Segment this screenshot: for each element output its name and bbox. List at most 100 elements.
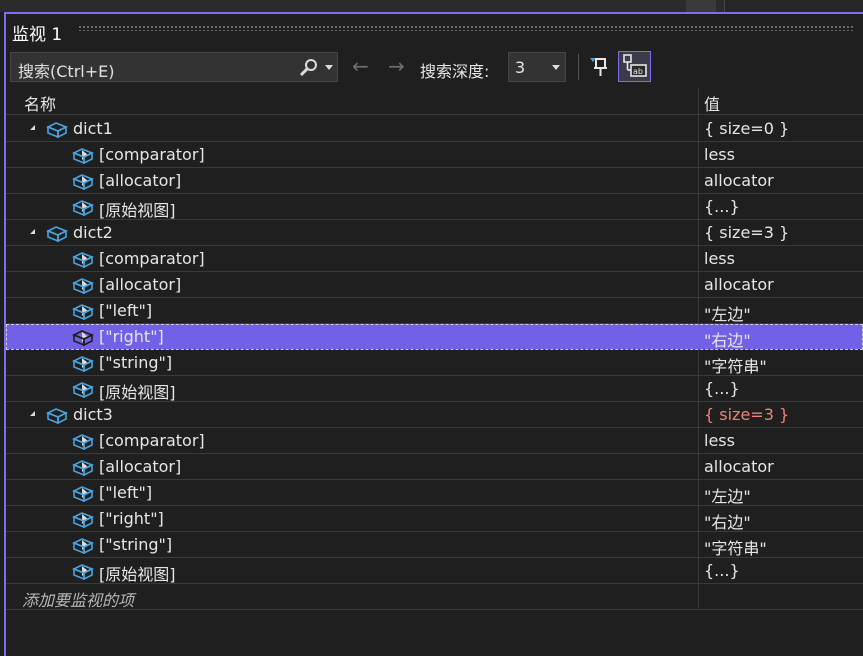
object-icon <box>46 224 68 243</box>
watch-row[interactable]: ["left"] "左边" <box>6 298 863 324</box>
row-value[interactable]: less <box>704 431 735 450</box>
pin-icon[interactable] <box>588 56 610 82</box>
row-name[interactable]: ["right"] <box>99 327 164 346</box>
object-icon <box>72 432 94 451</box>
toolbar-separator <box>578 54 579 80</box>
column-name-header[interactable]: 名称 <box>24 91 56 115</box>
row-name[interactable]: [comparator] <box>99 249 205 268</box>
scroll-thumb <box>686 0 716 12</box>
row-value[interactable]: allocator <box>704 171 774 190</box>
row-name[interactable]: dict2 <box>73 223 113 242</box>
collapse-arrow-icon[interactable] <box>30 411 35 416</box>
row-value[interactable]: "字符串" <box>704 353 767 377</box>
watch-row[interactable]: [comparator] less <box>6 428 863 454</box>
row-value[interactable]: "右边" <box>704 509 751 533</box>
watch-row[interactable]: dict3 { size=3 } <box>6 402 863 428</box>
watch-row[interactable]: ["right"] "右边" <box>6 506 863 532</box>
row-name[interactable]: dict1 <box>73 119 113 138</box>
watch-rows: dict1 { size=0 } [comparator] less [allocato… <box>6 116 863 610</box>
search-input[interactable]: 搜索(Ctrl+E) <box>18 58 114 82</box>
row-name[interactable]: ["string"] <box>99 353 172 372</box>
row-value[interactable]: { size=0 } <box>704 119 789 138</box>
watch-row[interactable]: [原始视图] {...} <box>6 194 863 220</box>
watch-row[interactable]: dict1 { size=0 } <box>6 116 863 142</box>
watch-row[interactable]: ["string"] "字符串" <box>6 350 863 376</box>
drag-grip[interactable] <box>78 25 855 31</box>
row-value[interactable]: "字符串" <box>704 535 767 559</box>
watch-row[interactable]: [allocator] allocator <box>6 454 863 480</box>
row-name[interactable]: [comparator] <box>99 145 205 164</box>
watch-row[interactable]: [原始视图] {...} <box>6 558 863 584</box>
row-value[interactable]: less <box>704 249 735 268</box>
row-name[interactable]: [allocator] <box>99 275 181 294</box>
column-value-header[interactable]: 值 <box>704 91 720 115</box>
object-icon <box>72 458 94 477</box>
search-icon[interactable] <box>299 58 319 82</box>
watch-row[interactable]: [allocator] allocator <box>6 272 863 298</box>
row-name[interactable]: ["left"] <box>99 483 152 502</box>
add-watch-row[interactable]: 添加要监视的项 <box>6 584 863 610</box>
depth-select[interactable]: 3 <box>508 52 566 82</box>
watch-row[interactable]: [allocator] allocator <box>6 168 863 194</box>
chevron-down-icon[interactable] <box>552 65 560 70</box>
watch-row[interactable]: ["string"] "字符串" <box>6 532 863 558</box>
row-value[interactable]: allocator <box>704 457 774 476</box>
row-value[interactable]: {...} <box>704 197 740 216</box>
row-value[interactable]: "左边" <box>704 483 751 507</box>
row-name[interactable]: [原始视图] <box>99 379 176 403</box>
row-value[interactable]: "右边" <box>704 327 751 351</box>
row-value[interactable]: less <box>704 145 735 164</box>
object-icon <box>72 354 94 373</box>
row-value[interactable]: {...} <box>704 379 740 398</box>
adjacent-panel <box>724 0 863 12</box>
object-icon <box>46 406 68 425</box>
row-value[interactable]: allocator <box>704 275 774 294</box>
object-icon <box>72 510 94 529</box>
row-value[interactable]: {...} <box>704 561 740 580</box>
depth-value: 3 <box>515 58 526 77</box>
object-icon <box>72 380 94 399</box>
row-name[interactable]: [原始视图] <box>99 561 176 585</box>
row-value[interactable]: "左边" <box>704 301 751 325</box>
add-watch-placeholder[interactable]: 添加要监视的项 <box>22 587 134 611</box>
object-icon <box>72 146 94 165</box>
row-name[interactable]: [原始视图] <box>99 197 176 221</box>
collapse-arrow-icon[interactable] <box>30 229 35 234</box>
object-icon <box>72 172 94 191</box>
back-arrow-icon[interactable]: ← <box>352 56 369 76</box>
watch-row[interactable]: [comparator] less <box>6 246 863 272</box>
watch-row[interactable]: ["left"] "左边" <box>6 480 863 506</box>
collapse-arrow-icon[interactable] <box>30 125 35 130</box>
object-icon <box>72 250 94 269</box>
panel-title: 监视 1 <box>12 25 63 45</box>
toolbar: 搜索(Ctrl+E) ← → 搜索深度: 3 ab <box>6 50 863 84</box>
hex-display-icon: ab <box>623 54 647 77</box>
watch-row[interactable]: [comparator] less <box>6 142 863 168</box>
watch-row[interactable]: [原始视图] {...} <box>6 376 863 402</box>
row-name[interactable]: [allocator] <box>99 171 181 190</box>
column-header: 名称 值 <box>6 88 863 115</box>
row-value[interactable]: { size=3 } <box>704 223 789 242</box>
row-name[interactable]: ["right"] <box>99 509 164 528</box>
row-name[interactable]: [comparator] <box>99 431 205 450</box>
row-name[interactable]: ["left"] <box>99 301 152 320</box>
forward-arrow-icon[interactable]: → <box>388 56 405 76</box>
title-bar[interactable]: 监视 1 <box>6 14 863 46</box>
object-icon <box>46 120 68 139</box>
row-value[interactable]: { size=3 } <box>704 405 789 424</box>
depth-label: 搜索深度: <box>420 62 490 81</box>
watch-row[interactable]: ["right"] "右边" <box>6 324 863 350</box>
top-strip <box>0 0 863 12</box>
row-name[interactable]: ["string"] <box>99 535 172 554</box>
row-name[interactable]: [allocator] <box>99 457 181 476</box>
row-name[interactable]: dict3 <box>73 405 113 424</box>
watch-row[interactable]: dict2 { size=3 } <box>6 220 863 246</box>
svg-text:ab: ab <box>633 67 643 76</box>
watch-panel: 监视 1 搜索(Ctrl+E) ← → 搜索深度: 3 ab 名称 值 dict… <box>4 12 863 656</box>
object-icon <box>72 276 94 295</box>
object-icon <box>72 328 94 347</box>
search-box[interactable]: 搜索(Ctrl+E) <box>10 52 338 82</box>
object-icon <box>72 484 94 503</box>
search-dropdown-icon[interactable] <box>325 65 333 70</box>
hex-display-button[interactable]: ab <box>618 51 651 82</box>
